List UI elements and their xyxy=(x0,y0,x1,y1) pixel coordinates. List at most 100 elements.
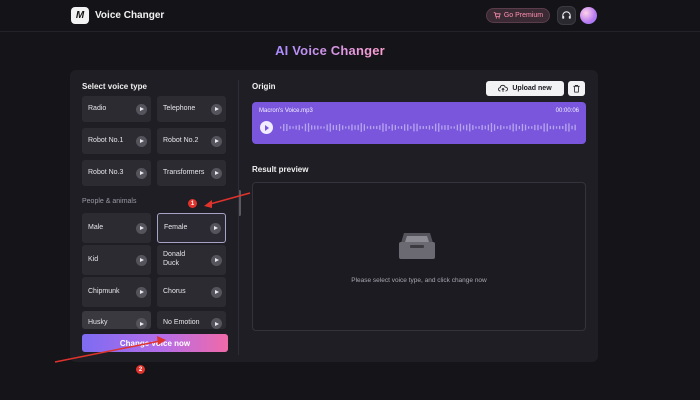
voice-label: Transformers xyxy=(163,168,205,176)
waveform-bar xyxy=(363,124,365,131)
waveform-bar xyxy=(425,126,427,129)
play-icon[interactable] xyxy=(211,103,222,115)
voice-label: Robot No.3 xyxy=(88,168,124,176)
voice-card-no-emotion[interactable]: No Emotion xyxy=(157,311,226,329)
audio-play-button[interactable] xyxy=(260,121,273,134)
waveform-bar xyxy=(311,125,313,130)
waveform-bar xyxy=(345,126,347,129)
voice-card-kid[interactable]: Kid xyxy=(82,245,151,275)
waveform-bar xyxy=(304,123,307,132)
change-voice-now-button[interactable]: Change voice now xyxy=(82,334,228,352)
waveform-bar xyxy=(404,124,406,131)
waveform-bar xyxy=(335,124,338,131)
voice-card-transformers[interactable]: Transformers xyxy=(157,160,226,186)
audio-file-name: Macron's Voice.mp3 xyxy=(259,108,313,114)
waveform-bar xyxy=(307,123,310,132)
go-premium-button[interactable]: Go Premium xyxy=(486,8,550,23)
play-icon[interactable] xyxy=(210,222,221,234)
waveform-bar xyxy=(481,124,483,131)
play-icon[interactable] xyxy=(211,286,222,298)
waveform-bar xyxy=(503,126,505,129)
waveform-bar xyxy=(301,126,303,129)
app-logo-icon: M xyxy=(71,7,89,24)
waveform-bar xyxy=(388,126,390,129)
annotation-marker-1: 1 xyxy=(188,199,197,208)
voice-card-husky[interactable]: Husky xyxy=(82,311,151,329)
avatar[interactable] xyxy=(580,7,597,24)
waveform-bar xyxy=(385,123,387,132)
waveform-bar xyxy=(348,125,350,130)
upload-new-button[interactable]: Upload new xyxy=(486,81,564,96)
waveform-bar xyxy=(555,126,558,129)
voice-card-robot-3[interactable]: Robot No.3 xyxy=(82,160,151,186)
play-icon[interactable] xyxy=(136,135,147,147)
origin-title: Origin xyxy=(252,82,276,91)
upload-new-label: Upload new xyxy=(512,85,552,92)
top-bar: M Voice Changer Go Premium xyxy=(0,0,700,32)
play-icon[interactable] xyxy=(211,254,222,266)
voice-card-female[interactable]: Female xyxy=(157,213,226,243)
voice-label: Husky xyxy=(88,319,108,326)
waveform-bar xyxy=(407,124,409,131)
waveform-bar xyxy=(441,125,443,130)
voice-card-robot-1[interactable]: Robot No.1 xyxy=(82,128,151,154)
play-icon[interactable] xyxy=(136,286,147,298)
waveform-bar xyxy=(466,124,468,131)
waveform-bar xyxy=(295,125,297,130)
support-button[interactable] xyxy=(557,6,576,25)
waveform-bar xyxy=(320,126,322,129)
play-icon[interactable] xyxy=(136,222,147,234)
waveform-bar xyxy=(354,125,356,130)
voice-label: Robot No.2 xyxy=(163,136,199,144)
play-icon[interactable] xyxy=(136,254,147,266)
waveform-bar xyxy=(574,124,576,131)
voice-label: Robot No.1 xyxy=(88,136,124,144)
waveform-bar xyxy=(497,126,499,129)
waveform-bar xyxy=(521,123,524,132)
column-divider xyxy=(238,80,239,355)
waveform-bar xyxy=(289,125,291,130)
waveform-bar xyxy=(459,123,462,132)
waveform-bar xyxy=(534,124,536,131)
select-voice-type-title: Select voice type xyxy=(82,82,147,91)
play-icon[interactable] xyxy=(211,318,222,329)
play-icon[interactable] xyxy=(136,103,147,115)
waveform-bar xyxy=(469,123,471,132)
play-icon[interactable] xyxy=(211,167,222,179)
waveform-bar xyxy=(400,125,403,130)
upload-cloud-icon xyxy=(498,84,509,92)
voice-label: No Emotion xyxy=(163,319,200,326)
empty-inbox-icon xyxy=(399,233,435,259)
waveform-bar xyxy=(456,124,458,131)
play-icon[interactable] xyxy=(136,167,147,179)
waveform-bar xyxy=(382,123,384,132)
app-title: Voice Changer xyxy=(95,10,165,21)
audio-waveform[interactable] xyxy=(278,121,578,134)
delete-button[interactable] xyxy=(568,81,585,96)
waveform-bar xyxy=(357,124,359,131)
voice-card-chorus[interactable]: Chorus xyxy=(157,277,226,307)
waveform-bar xyxy=(537,124,539,131)
play-icon[interactable] xyxy=(136,318,147,329)
waveform-bar xyxy=(419,125,421,130)
voice-card-radio[interactable]: Radio xyxy=(82,96,151,122)
main-panel: Select voice type Radio Telephone Robot … xyxy=(70,70,598,362)
voice-card-donald-duck[interactable]: Donald Duck xyxy=(157,245,226,275)
voice-label: Donald Duck xyxy=(163,251,186,267)
origin-audio-card: Macron's Voice.mp3 00:00:06 xyxy=(252,102,586,144)
voice-card-male[interactable]: Male xyxy=(82,213,151,243)
waveform-bar xyxy=(373,126,375,129)
waveform-bar xyxy=(317,125,319,130)
play-icon[interactable] xyxy=(211,135,222,147)
waveform-bar xyxy=(559,125,561,130)
waveform-bar xyxy=(292,126,294,129)
waveform-bar xyxy=(391,124,393,131)
voice-card-robot-2[interactable]: Robot No.2 xyxy=(157,128,226,154)
voice-label: Chipmunk xyxy=(88,287,120,295)
waveform-bar xyxy=(280,126,282,129)
waveform-bar xyxy=(428,125,431,130)
voice-card-telephone[interactable]: Telephone xyxy=(157,96,226,122)
voice-card-chipmunk[interactable]: Chipmunk xyxy=(82,277,151,307)
waveform-bar xyxy=(342,125,344,130)
waveform-bar xyxy=(366,126,369,129)
